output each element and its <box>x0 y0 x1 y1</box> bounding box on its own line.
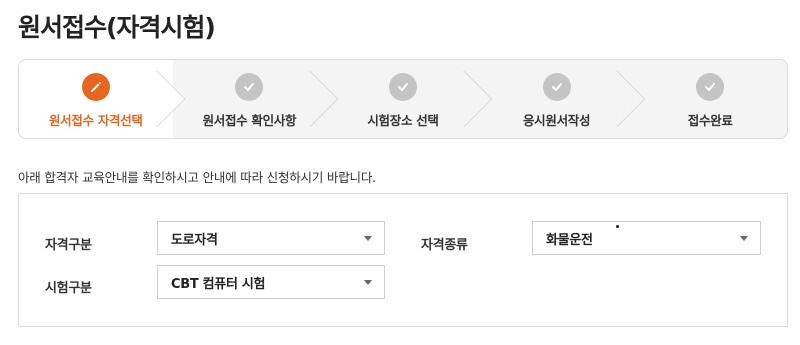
step-application-form: 응시원서작성 <box>480 60 646 138</box>
chevron-down-icon <box>364 280 372 285</box>
notice-text: 아래 합격자 교육안내를 확인하시고 안내에 따라 신청하시기 바랍니다. <box>18 170 376 185</box>
category-value: 도로자격 <box>171 232 218 248</box>
progress-steps: 원서접수 자격선택 원서접수 확인사항 시험장소 선택 응시원서작성 접수완료 <box>18 59 788 139</box>
step-label: 시험장소 선택 <box>367 113 439 128</box>
chevron-down-icon <box>364 236 372 241</box>
step-label: 응시원서작성 <box>522 113 591 128</box>
step-qualification-select: 원서접수 자격선택 <box>19 60 185 138</box>
exam-value: CBT 컴퓨터 시험 <box>171 276 266 292</box>
step-exam-location: 시험장소 선택 <box>326 60 493 138</box>
cursor-dot <box>616 225 619 228</box>
step-confirm-items: 원서접수 확인사항 <box>173 60 339 138</box>
exam-select[interactable]: CBT 컴퓨터 시험 <box>157 265 385 299</box>
category-select[interactable]: 도로자격 <box>157 221 385 255</box>
step-label: 원서접수 자격선택 <box>48 113 143 128</box>
type-label: 자격종류 <box>421 238 468 253</box>
check-icon <box>388 73 417 101</box>
type-value: 화물운전 <box>546 232 593 248</box>
pencil-icon <box>81 73 110 101</box>
exam-label: 시험구분 <box>45 281 92 296</box>
step-complete: 접수완료 <box>633 60 787 138</box>
category-label: 자격구분 <box>45 238 92 253</box>
check-icon <box>235 73 264 101</box>
step-label: 접수완료 <box>687 113 733 128</box>
type-select[interactable]: 화물운전 <box>532 221 761 255</box>
step-label: 원서접수 확인사항 <box>202 113 297 128</box>
chevron-down-icon <box>740 236 748 241</box>
page-title: 원서접수(자격시험) <box>18 13 216 42</box>
qualification-form: 자격구분 도로자격 자격종류 화물운전 시험구분 CBT 컴퓨터 시험 <box>18 193 788 327</box>
check-icon <box>696 73 725 101</box>
check-icon <box>542 73 571 101</box>
